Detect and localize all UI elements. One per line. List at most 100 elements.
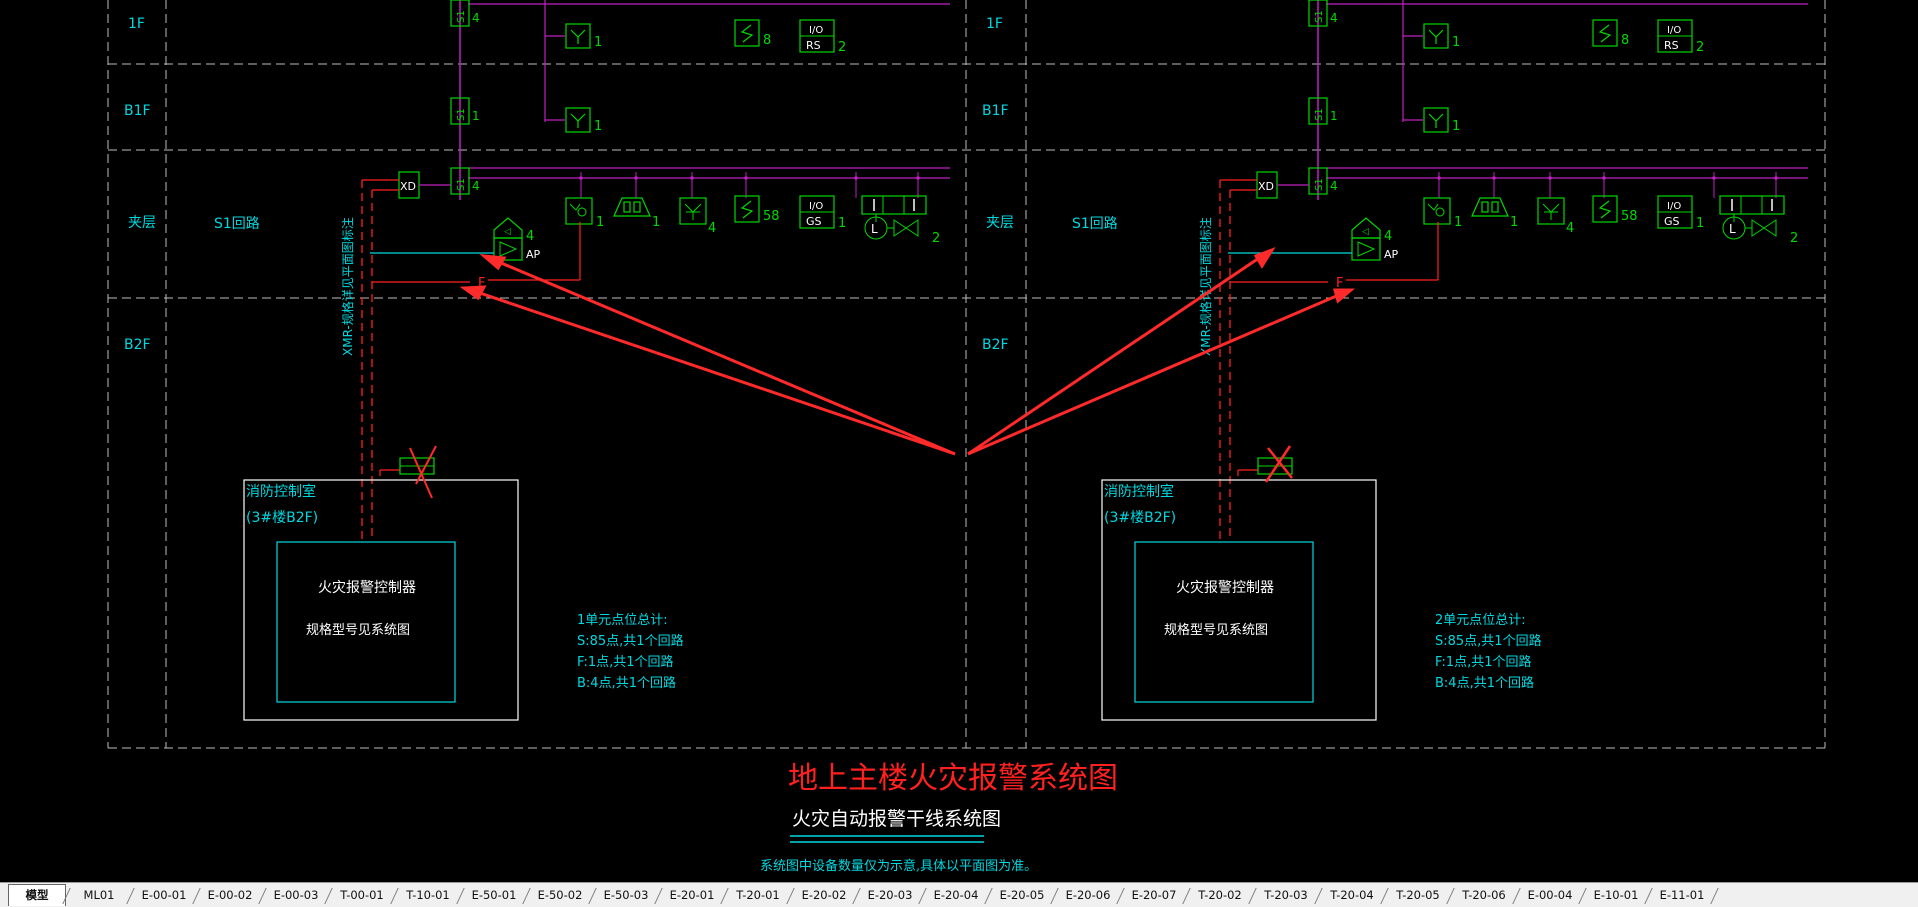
svg-text:S1: S1 bbox=[1314, 178, 1325, 191]
svg-text:◁: ◁ bbox=[504, 227, 511, 237]
layout-tab-e-20-01[interactable]: E-20-01 bbox=[660, 886, 724, 905]
layout-tab-t-20-03[interactable]: T-20-03 bbox=[1254, 886, 1318, 905]
unit-stat-line-3: B:4点,共1个回路 bbox=[1435, 675, 1534, 691]
layout-tab-e-11-01[interactable]: E-11-01 bbox=[1650, 886, 1714, 905]
layout-tab-t-20-04[interactable]: T-20-04 bbox=[1320, 886, 1384, 905]
control-room-location: (3#楼B2F) bbox=[246, 510, 318, 526]
layout-tab-e-00-04[interactable]: E-00-04 bbox=[1518, 886, 1582, 905]
layout-tab-e-20-03[interactable]: E-20-03 bbox=[858, 886, 922, 905]
s-detector-1f-count: 8 bbox=[763, 33, 771, 48]
unit-stat-line-2: F:1点,共1个回路 bbox=[577, 654, 674, 670]
controller-spec-label: 规格型号见系统图 bbox=[1164, 622, 1268, 638]
s1-module-mezz-count: 4 bbox=[472, 179, 480, 193]
layout-tab-t-00-01[interactable]: T-00-01 bbox=[330, 886, 394, 905]
y-bar-detector-mezz bbox=[679, 197, 707, 225]
svg-text:RS: RS bbox=[1664, 39, 1679, 52]
svg-text:GS: GS bbox=[806, 215, 822, 228]
loop-label: S1回路 bbox=[214, 216, 260, 232]
cable-spec-note: XMR-规格详见平面图标注 bbox=[1198, 217, 1213, 356]
io-gs-module-mezz-count: 1 bbox=[1696, 216, 1704, 231]
ap-module bbox=[1351, 237, 1381, 261]
alarm-bell-icon bbox=[613, 197, 651, 217]
svg-text:S1: S1 bbox=[456, 108, 467, 121]
layout-tab-ml01[interactable]: ML01 bbox=[68, 886, 130, 905]
y-circle-detector-mezz-count: 1 bbox=[596, 215, 604, 230]
y-detector-b1f bbox=[1423, 107, 1449, 133]
y-bar-detector-mezz bbox=[1537, 197, 1565, 225]
y-detector-1f bbox=[1423, 23, 1449, 49]
control-room-title: 消防控制室 bbox=[246, 483, 316, 500]
io-gs-module-mezz-count: 1 bbox=[838, 216, 846, 231]
svg-text:S1: S1 bbox=[1314, 10, 1325, 23]
valve-group bbox=[861, 195, 927, 215]
s-detector-1f-count: 8 bbox=[1621, 33, 1629, 48]
svg-text:RS: RS bbox=[806, 39, 821, 52]
s1-module-b1f-count: 1 bbox=[472, 109, 480, 123]
fire-alarm-controller-label: 火灾报警控制器 bbox=[318, 579, 416, 596]
layout-tab-模型[interactable]: 模型 bbox=[8, 884, 66, 906]
unit-stat-line-0: 2单元点位总计: bbox=[1435, 613, 1526, 628]
alarm-bell-icon bbox=[1471, 197, 1509, 217]
layout-tab-e-20-07[interactable]: E-20-07 bbox=[1122, 886, 1186, 905]
layout-tab-t-20-06[interactable]: T-20-06 bbox=[1452, 886, 1516, 905]
control-room-location: (3#楼B2F) bbox=[1104, 510, 1176, 526]
valve-count: 2 bbox=[932, 231, 940, 246]
io-rs-module-1f-count: 2 bbox=[1696, 40, 1704, 55]
valve-count: 2 bbox=[1790, 231, 1798, 246]
control-room-title: 消防控制室 bbox=[1104, 483, 1174, 500]
sub-title: 火灾自动报警干线系统图 bbox=[792, 808, 1001, 830]
fire-alarm-controller-box bbox=[1134, 541, 1314, 703]
layout-tab-e-20-05[interactable]: E-20-05 bbox=[990, 886, 1054, 905]
cad-drawing-canvas[interactable]: 1F B1F 夹层 B2F S1回路 S1 4 S1 1 S1 4 1 1 8 58 I/O RS 2 I/O GS 1… bbox=[0, 0, 1918, 882]
y-detector-b1f bbox=[565, 107, 591, 133]
s1-module-b1f-count: 1 bbox=[1330, 109, 1338, 123]
unit-stat-line-3: B:4点,共1个回路 bbox=[577, 675, 676, 691]
y-bar-detector-count: 4 bbox=[708, 221, 716, 236]
s-detector-mezz-count: 58 bbox=[1621, 209, 1638, 224]
floor-label-1f: 1F bbox=[128, 16, 145, 32]
layout-tab-t-20-05[interactable]: T-20-05 bbox=[1386, 886, 1450, 905]
unit-stat-line-0: 1单元点位总计: bbox=[577, 613, 668, 628]
ap-count: 4 bbox=[1384, 229, 1392, 244]
alarm-bell-count: 1 bbox=[1510, 215, 1518, 230]
svg-text:GS: GS bbox=[1664, 215, 1680, 228]
fire-alarm-controller-box bbox=[276, 541, 456, 703]
y-detector-1f-count: 1 bbox=[594, 35, 602, 50]
layout-tab-e-50-03[interactable]: E-50-03 bbox=[594, 886, 658, 905]
svg-text:◁: ◁ bbox=[1362, 227, 1369, 237]
layout-tab-t-10-01[interactable]: T-10-01 bbox=[396, 886, 460, 905]
y-circle-detector-mezz bbox=[565, 197, 593, 225]
drawing-note: 系统图中设备数量仅为示意,具体以平面图为准。 bbox=[760, 858, 1037, 874]
layout-tab-e-00-01[interactable]: E-00-01 bbox=[132, 886, 196, 905]
ap-label: AP bbox=[526, 248, 541, 261]
unit-stat-line-2: F:1点,共1个回路 bbox=[1435, 654, 1532, 670]
layout-tab-e-20-06[interactable]: E-20-06 bbox=[1056, 886, 1120, 905]
svg-text:I/O: I/O bbox=[809, 201, 823, 212]
layout-tab-e-10-01[interactable]: E-10-01 bbox=[1584, 886, 1648, 905]
svg-text:S1: S1 bbox=[456, 178, 467, 191]
floor-label-b1f: B1F bbox=[982, 103, 1009, 119]
floor-label-b1f: B1F bbox=[124, 103, 151, 119]
svg-text:I/O: I/O bbox=[1667, 201, 1681, 212]
y-detector-1f bbox=[565, 23, 591, 49]
layout-tab-e-20-02[interactable]: E-20-02 bbox=[792, 886, 856, 905]
valve-icon bbox=[893, 219, 919, 237]
layout-tab-t-20-01[interactable]: T-20-01 bbox=[726, 886, 790, 905]
loop-label: S1回路 bbox=[1072, 216, 1118, 232]
layout-tab-t-20-02[interactable]: T-20-02 bbox=[1188, 886, 1252, 905]
panel-unit-1: 1F B1F 夹层 B2F S1回路 S1 4 S1 1 S1 4 1 1 8 58 I/O RS 2 I/O GS 1… bbox=[124, 0, 950, 721]
y-circle-detector-mezz-count: 1 bbox=[1454, 215, 1462, 230]
floor-label-mezzanine: 夹层 bbox=[128, 215, 156, 231]
layout-tab-e-20-04[interactable]: E-20-04 bbox=[924, 886, 988, 905]
alarm-bell-count: 1 bbox=[652, 215, 660, 230]
svg-text:I/O: I/O bbox=[1667, 25, 1681, 36]
s1-module-1f-count: 4 bbox=[472, 11, 480, 25]
layout-tab-e-00-02[interactable]: E-00-02 bbox=[198, 886, 262, 905]
y-detector-b1f-count: 1 bbox=[594, 119, 602, 134]
floor-label-b2f: B2F bbox=[124, 337, 151, 353]
y-detector-1f-count: 1 bbox=[1452, 35, 1460, 50]
y-detector-b1f-count: 1 bbox=[1452, 119, 1460, 134]
layout-tab-e-50-01[interactable]: E-50-01 bbox=[462, 886, 526, 905]
layout-tab-e-00-03[interactable]: E-00-03 bbox=[264, 886, 328, 905]
layout-tab-e-50-02[interactable]: E-50-02 bbox=[528, 886, 592, 905]
